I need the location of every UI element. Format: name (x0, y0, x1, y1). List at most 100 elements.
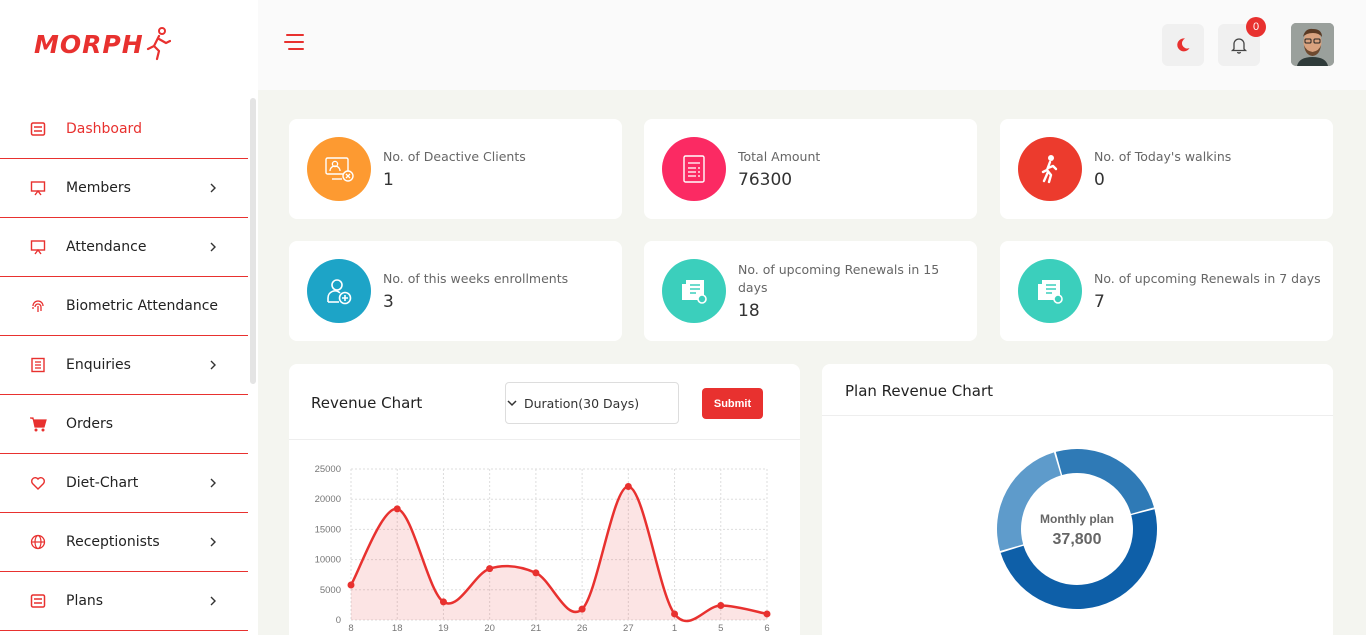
donut-slice (1055, 449, 1155, 514)
card-divider (289, 439, 800, 440)
stat-card-renewals-7-days[interactable]: No. of upcoming Renewals in 7 days 7 (1000, 241, 1333, 341)
revenue-line-chart: 0 5000 10000 15000 20000 25000 8 18 19 20 21 26 27 1 5… (315, 464, 771, 634)
sidebar-scrollbar[interactable] (250, 98, 256, 384)
stat-card-weekly-enrollments[interactable]: No. of this weeks enrollments 3 (289, 241, 622, 341)
sidebar-item-orders[interactable]: Orders (0, 395, 248, 454)
stat-label: No. of this weeks enrollments (383, 271, 569, 286)
data-point (486, 565, 494, 573)
add-user-icon (307, 259, 371, 323)
heart-icon (28, 473, 48, 493)
fingerprint-icon (28, 296, 48, 316)
sidebar-item-enquiries[interactable]: Enquiries (0, 336, 248, 395)
sidebar-item-biometric-attendance[interactable]: Biometric Attendance (0, 277, 248, 336)
invoice-icon (662, 137, 726, 201)
chevron-right-icon (210, 360, 216, 370)
stat-value: 0 (1094, 170, 1105, 190)
monitor-icon (28, 178, 48, 198)
data-point (393, 505, 401, 513)
chevron-right-icon (210, 478, 216, 488)
stat-label: No. of upcoming Renewals in 15 days (738, 262, 940, 295)
logo-text: MORPH (34, 29, 144, 59)
sidebar-item-label: Diet-Chart (66, 475, 139, 491)
plan-chart-title: Plan Revenue Chart (845, 382, 993, 400)
stat-card-todays-walkins[interactable]: No. of Today's walkins 0 (1000, 119, 1333, 219)
x-tick-label: 1 (672, 623, 677, 634)
renewal-icon (1018, 259, 1082, 323)
sidebar-item-label: Orders (66, 416, 114, 432)
data-point (532, 569, 540, 577)
chevron-down-icon (507, 400, 517, 407)
walking-icon (1018, 137, 1082, 201)
y-tick-label: 5000 (320, 585, 341, 596)
plan-revenue-chart-card: Plan Revenue Chart Monthly plan 37,800 (822, 364, 1333, 635)
sidebar-item-receptionists[interactable]: Receptionists (0, 513, 248, 572)
notification-button[interactable]: 0 (1218, 17, 1266, 66)
submit-button[interactable]: Submit (702, 388, 763, 419)
sidebar-item-members[interactable]: Members (0, 159, 248, 218)
data-point (717, 602, 725, 610)
donut-center-value: 37,800 (1053, 531, 1102, 548)
runner-logo-icon (146, 27, 171, 61)
cart-icon (28, 414, 48, 434)
stat-value: 18 (738, 301, 760, 321)
theme-toggle-button[interactable] (1162, 24, 1204, 66)
x-tick-label: 18 (392, 623, 403, 634)
stat-label: Total Amount (738, 149, 821, 164)
sidebar-menu: Dashboard Members Attendance Biometric A… (0, 100, 248, 631)
stat-value: 1 (383, 170, 394, 190)
card-divider (822, 415, 1333, 416)
hamburger-menu-icon[interactable] (282, 34, 304, 54)
bell-icon (1230, 38, 1248, 54)
user-avatar[interactable] (1291, 23, 1334, 66)
plans-icon (28, 591, 48, 611)
moon-icon (1177, 38, 1190, 52)
stat-value: 76300 (738, 170, 793, 190)
data-point (439, 598, 447, 606)
duration-select-value: Duration(30 Days) (524, 395, 640, 411)
sidebar-item-label: Enquiries (66, 357, 131, 373)
stat-label: No. of upcoming Renewals in 7 days (1094, 271, 1321, 286)
stat-label: No. of Deactive Clients (383, 149, 526, 164)
data-point (624, 483, 632, 491)
x-tick-label: 19 (438, 623, 449, 634)
x-tick-label: 8 (348, 623, 353, 634)
data-point (578, 605, 586, 613)
x-tick-label: 5 (718, 623, 723, 634)
sidebar-item-diet-chart[interactable]: Diet-Chart (0, 454, 248, 513)
stat-card-total-amount[interactable]: Total Amount 76300 (644, 119, 977, 219)
chevron-right-icon (210, 183, 216, 193)
stat-card-renewals-15-days[interactable]: No. of upcoming Renewals in 15 days 18 (644, 241, 977, 341)
top-header: 0 (258, 0, 1366, 90)
revenue-chart-title: Revenue Chart (311, 394, 423, 412)
y-tick-label: 20000 (315, 494, 341, 505)
x-tick-label: 21 (531, 623, 542, 634)
chevron-right-icon (210, 537, 216, 547)
logo[interactable]: MORPH (34, 26, 171, 62)
monitor-icon (28, 237, 48, 257)
x-tick-label: 27 (623, 623, 634, 634)
sidebar-item-dashboard[interactable]: Dashboard (0, 100, 248, 159)
sidebar-item-label: Biometric Attendance (66, 298, 219, 314)
y-tick-label: 0 (336, 615, 341, 626)
chevron-right-icon (210, 596, 216, 606)
deactive-user-icon (307, 137, 371, 201)
stat-card-deactive-clients[interactable]: No. of Deactive Clients 1 (289, 119, 622, 219)
chevron-right-icon (210, 242, 216, 252)
sidebar-item-plans[interactable]: Plans (0, 572, 248, 631)
stat-value: 3 (383, 292, 394, 312)
donut-slice (997, 452, 1061, 552)
data-point (671, 610, 679, 618)
duration-select[interactable]: Duration(30 Days) (505, 382, 679, 424)
donut-center-label: Monthly plan (1040, 512, 1114, 526)
plan-donut-chart: Monthly plan 37,800 (997, 449, 1157, 609)
y-tick-label: 15000 (315, 524, 341, 535)
x-tick-label: 6 (764, 623, 769, 634)
sidebar-item-attendance[interactable]: Attendance (0, 218, 248, 277)
x-tick-label: 26 (577, 623, 588, 634)
revenue-chart-card: Revenue Chart Duration(30 Days) Submit 0… (289, 364, 800, 635)
stat-value: 7 (1094, 292, 1105, 312)
sidebar-item-label: Receptionists (66, 534, 160, 550)
dashboard-icon (28, 119, 48, 139)
y-tick-label: 10000 (315, 555, 341, 566)
sidebar: MORPH Dashboard Members Attendance Biome… (0, 0, 258, 635)
